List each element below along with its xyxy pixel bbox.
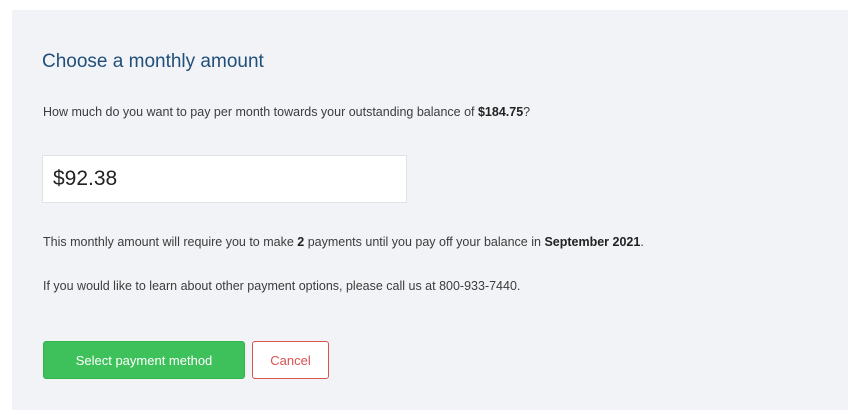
requirement-middle: payments until you pay off your balance … xyxy=(304,235,545,249)
requirement-prefix: This monthly amount will require you to … xyxy=(43,235,298,249)
balance-question-prefix: How much do you want to pay per month to… xyxy=(43,105,478,119)
payment-plan-panel: Choose a monthly amount How much do you … xyxy=(12,10,848,410)
page-title: Choose a monthly amount xyxy=(42,51,264,72)
select-payment-method-button[interactable]: Select payment method xyxy=(43,341,245,379)
payoff-date: September 2021 xyxy=(544,235,641,249)
payment-requirement-text: This monthly amount will require you to … xyxy=(43,235,644,249)
requirement-suffix: . xyxy=(640,235,644,249)
monthly-amount-input[interactable] xyxy=(42,155,407,203)
payment-options-info: If you would like to learn about other p… xyxy=(43,279,521,293)
outstanding-balance: $184.75 xyxy=(477,105,524,119)
cancel-button[interactable]: Cancel xyxy=(252,341,329,379)
balance-question: How much do you want to pay per month to… xyxy=(43,105,530,119)
balance-question-suffix: ? xyxy=(523,105,531,119)
